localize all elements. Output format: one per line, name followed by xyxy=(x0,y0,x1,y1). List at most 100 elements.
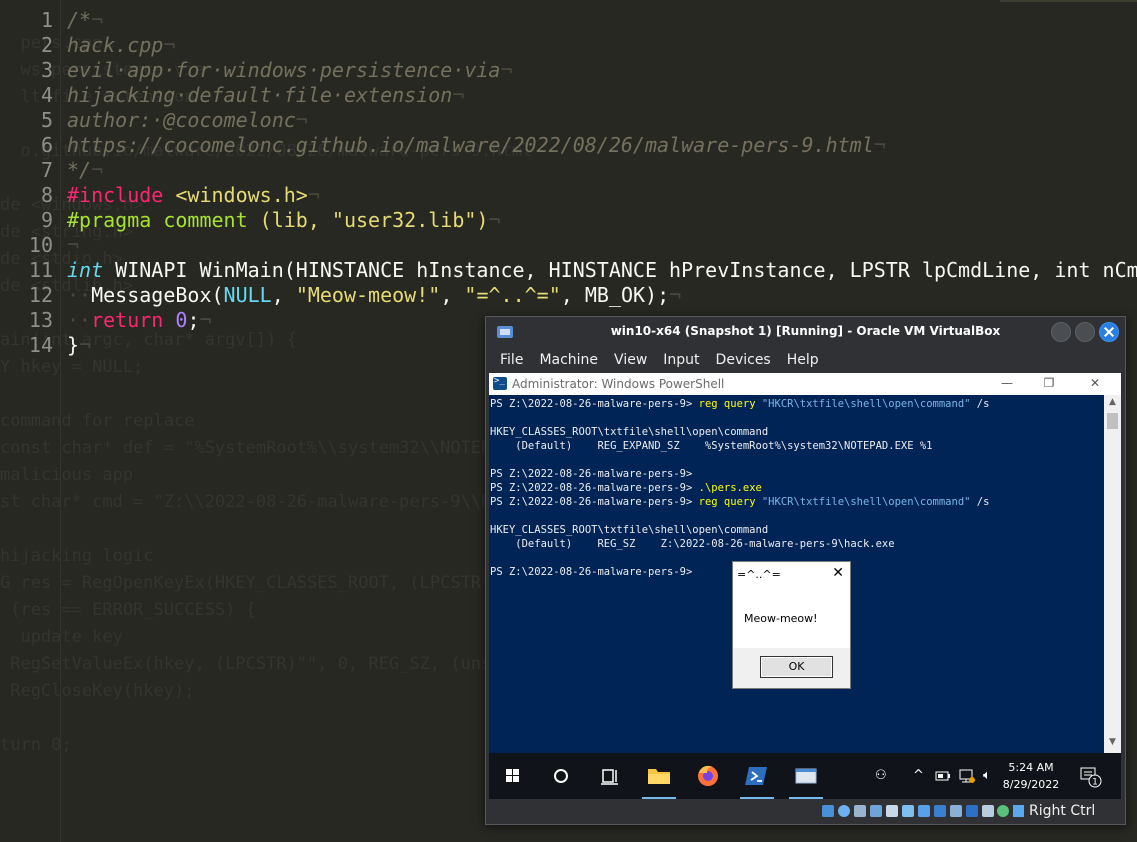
ps-minimize-button[interactable]: — xyxy=(998,375,1016,391)
menu-item-help[interactable]: Help xyxy=(787,350,819,370)
console-token: "HKCR\txtfile\shell\open\command" xyxy=(761,496,971,508)
search-button[interactable] xyxy=(538,753,584,799)
code-line[interactable]: 5 author:·@cocomelonc¬ xyxy=(0,108,1137,133)
line-text: hack.cpp¬ xyxy=(67,33,175,58)
code-token: "=^..^=" xyxy=(464,283,561,307)
code-line[interactable]: 8 #include <windows.h>¬ xyxy=(0,183,1137,208)
virtualbox-window[interactable]: win10-x64 (Snapshot 1) [Running] - Oracl… xyxy=(485,316,1126,825)
line-text: evil·app·for·windows·persistence·via¬ xyxy=(67,58,513,83)
console-token: "HKCR\txtfile\shell\open\command" xyxy=(761,398,971,410)
code-line[interactable]: 2 hack.cpp¬ xyxy=(0,33,1137,58)
line-text: https://cocomelonc.github.io/malware/202… xyxy=(67,133,886,158)
optical-drive-icon[interactable] xyxy=(838,805,850,817)
scroll-down-icon[interactable]: ▼ xyxy=(1104,737,1121,751)
code-token: WINAPI WinMain(HINSTANCE hInstance, HINS… xyxy=(103,258,1137,282)
code-line[interactable]: 4 hijacking·default·file·extension¬ xyxy=(0,83,1137,108)
line-number: 12 xyxy=(28,283,53,307)
notification-icon[interactable]: 1 xyxy=(1079,765,1103,789)
ps-close-button[interactable]: ✕ xyxy=(1086,375,1104,391)
powershell-title: Administrator: Windows PowerShell xyxy=(512,377,725,391)
code-line[interactable]: 3 evil·app·for·windows·persistence·via¬ xyxy=(0,58,1137,83)
code-line[interactable]: 11 int WINAPI WinMain(HINSTANCE hInstance… xyxy=(0,258,1137,283)
recording-icon[interactable] xyxy=(934,805,946,817)
code-token: ¬ xyxy=(452,83,465,107)
guest-screen[interactable]: Administrator: Windows PowerShell — ❐ ✕ … xyxy=(489,373,1121,799)
console-line: PS Z:\2022-08-26-malware-pers-9> reg que… xyxy=(490,495,1102,509)
people-icon[interactable]: ⚇ xyxy=(875,768,887,783)
code-token: <windows.h> xyxy=(175,183,308,207)
code-line[interactable]: 6 https://cocomelonc.github.io/malware/20… xyxy=(0,133,1137,158)
console-token: /s xyxy=(970,496,990,508)
code-token: ¬ xyxy=(67,233,80,257)
drag-drop-icon[interactable] xyxy=(950,805,962,817)
dialog-taskbar-button[interactable] xyxy=(783,753,829,799)
code-line[interactable]: 7 */¬ xyxy=(0,158,1137,183)
chevron-up-icon[interactable]: ^ xyxy=(913,768,924,783)
line-number: 9 xyxy=(40,208,53,232)
volume-icon[interactable]: 🔈︎ xyxy=(983,768,991,783)
code-line[interactable]: 1 /*¬ xyxy=(0,8,1137,33)
maximize-button[interactable] xyxy=(1075,322,1095,342)
line-text: }¬ xyxy=(67,333,91,358)
network-adapter-icon[interactable] xyxy=(870,805,882,817)
close-button[interactable] xyxy=(1099,322,1119,342)
line-number: 8 xyxy=(40,183,53,207)
powershell-icon xyxy=(493,376,507,390)
line-text: hijacking·default·file·extension¬ xyxy=(67,83,464,108)
code-token: (lib, xyxy=(259,208,332,232)
code-line[interactable]: 12 ··MessageBox(NULL, "Meow-meow!", "=^..… xyxy=(0,283,1137,308)
cpu-icon[interactable] xyxy=(982,805,994,817)
code-line[interactable]: 9 #pragma comment (lib, "user32.lib")¬ xyxy=(0,208,1137,233)
code-token: , xyxy=(440,283,465,307)
line-text: /*¬ xyxy=(67,8,103,33)
message-box-text: Meow-meow! xyxy=(744,612,818,625)
task-view-button[interactable] xyxy=(587,753,633,799)
display-icon[interactable] xyxy=(918,805,930,817)
menu-item-machine[interactable]: Machine xyxy=(539,350,598,370)
console-line: HKEY_CLASSES_ROOT\txtfile\shell\open\com… xyxy=(490,425,1102,439)
message-box[interactable]: =^..^= ✕ Meow-meow! OK xyxy=(732,561,851,689)
ps-scrollbar[interactable]: ▲ ▼ xyxy=(1104,395,1121,753)
task-view-icon xyxy=(601,769,618,785)
ok-button[interactable]: OK xyxy=(760,656,833,678)
menu-item-view[interactable]: View xyxy=(614,350,647,370)
code-token: 0 xyxy=(175,308,188,332)
message-box-close-icon[interactable]: ✕ xyxy=(832,565,844,581)
scroll-up-icon[interactable]: ▲ xyxy=(1104,397,1121,411)
powershell-titlebar[interactable]: Administrator: Windows PowerShell — ❐ ✕ xyxy=(489,373,1121,395)
audio-icon[interactable] xyxy=(854,805,866,817)
code-token: , xyxy=(271,283,296,307)
line-text: ··MessageBox(NULL, "Meow-meow!", "=^..^=… xyxy=(67,283,681,308)
taskbar-clock[interactable]: 5:24 AM 8/29/2022 xyxy=(1001,759,1061,793)
start-button[interactable] xyxy=(489,753,535,799)
shared-folders-icon[interactable] xyxy=(902,805,914,817)
code-token: ¬ xyxy=(873,133,886,157)
search-circle-icon xyxy=(554,769,568,783)
console-token: PS Z:\2022-08-26-malware-pers-9> xyxy=(490,566,693,578)
file-explorer-taskbar-button[interactable] xyxy=(636,753,682,799)
network-icon[interactable] xyxy=(958,767,976,785)
usb-icon[interactable] xyxy=(886,805,898,817)
hard-disk-icon[interactable] xyxy=(822,805,834,817)
battery-icon[interactable] xyxy=(935,770,951,782)
code-token: ·· xyxy=(67,308,92,332)
scroll-thumb[interactable] xyxy=(1107,413,1118,429)
vbox-titlebar[interactable]: win10-x64 (Snapshot 1) [Running] - Oracl… xyxy=(486,317,1125,347)
window-icon xyxy=(795,768,817,784)
minimize-button[interactable] xyxy=(1051,322,1071,342)
line-number: 2 xyxy=(40,33,53,57)
menu-item-input[interactable]: Input xyxy=(663,350,699,370)
guest-additions-icon[interactable] xyxy=(997,805,1009,817)
line-text: */¬ xyxy=(67,158,103,183)
code-lines[interactable]: 1/*¬ 2 hack.cpp¬ 3 evil·app·for·windows·pers… xyxy=(0,8,1137,358)
code-line[interactable]: 10 ¬ xyxy=(0,233,1137,258)
virtualization-icon[interactable] xyxy=(966,805,978,817)
powershell-taskbar-button[interactable] xyxy=(734,753,780,799)
firefox-taskbar-button[interactable] xyxy=(685,753,731,799)
clock-date: 8/29/2022 xyxy=(1002,778,1060,791)
menu-item-file[interactable]: File xyxy=(500,350,523,370)
menu-item-devices[interactable]: Devices xyxy=(716,350,771,370)
ps-maximize-button[interactable]: ❐ xyxy=(1040,375,1058,391)
